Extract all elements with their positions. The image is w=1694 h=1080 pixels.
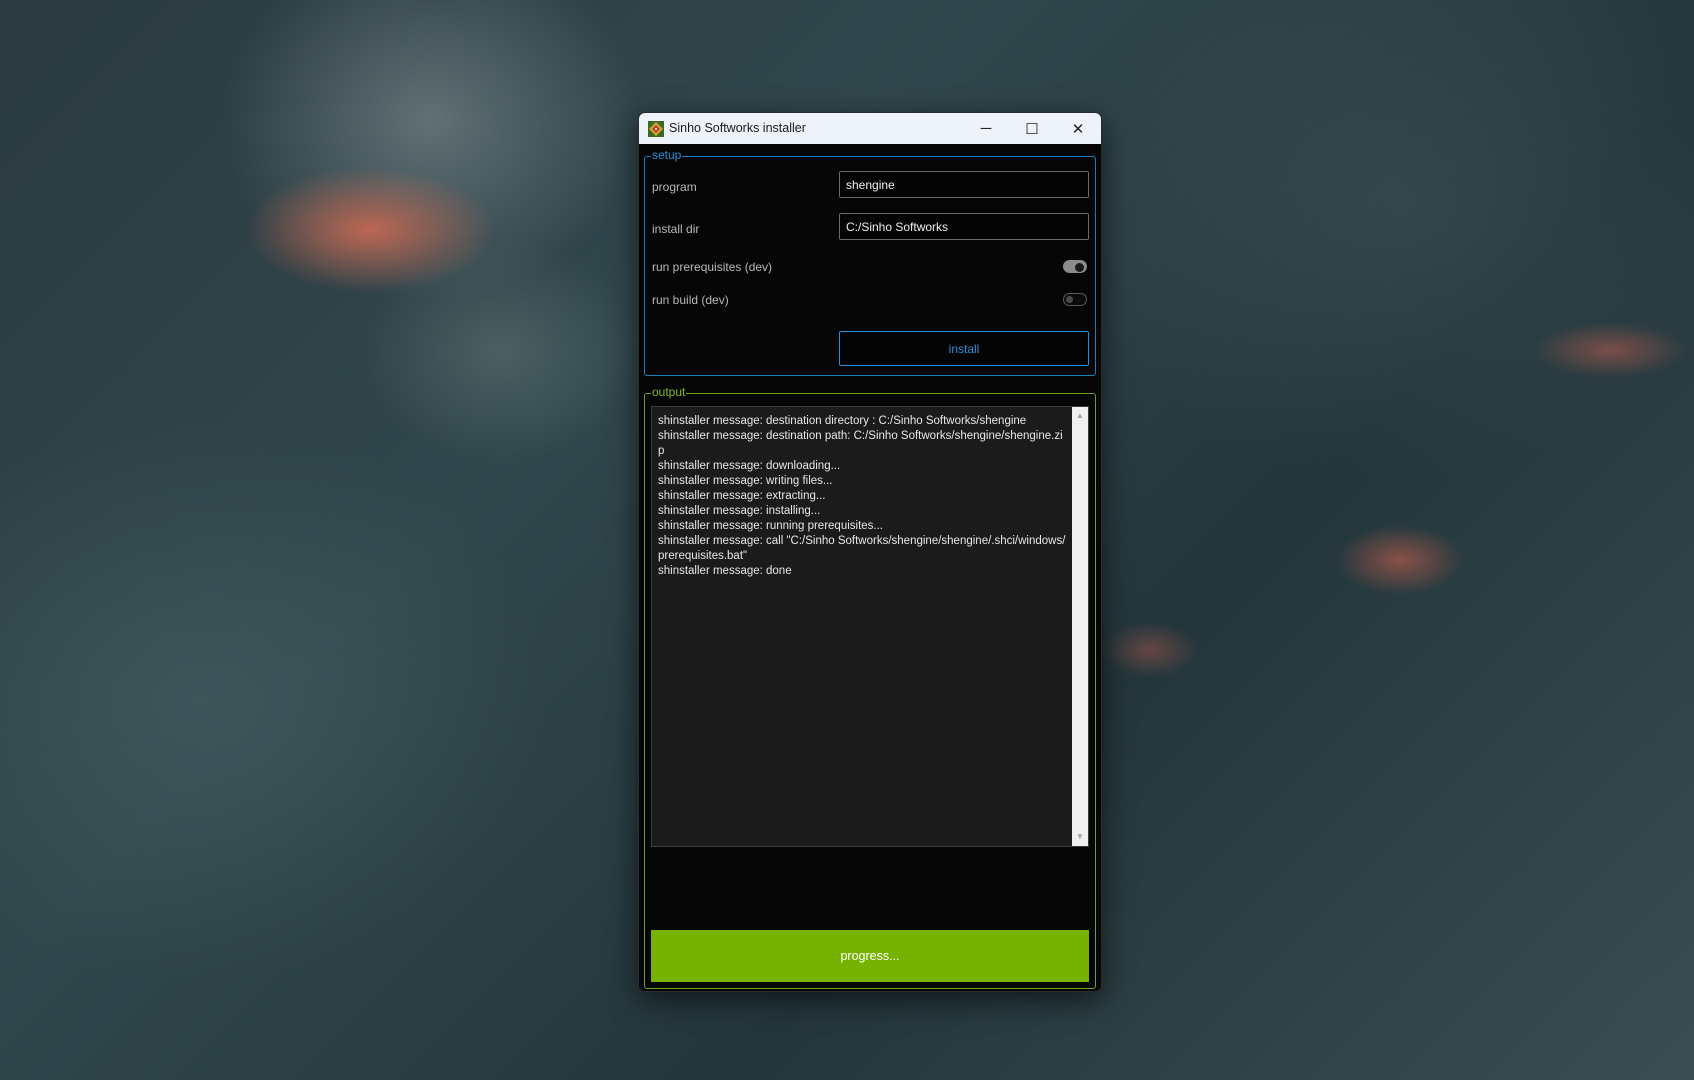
setup-group-label: setup bbox=[651, 148, 683, 162]
log-lines: shinstaller message: destination directo… bbox=[652, 407, 1073, 846]
log-line: shinstaller message: call "C:/Sinho Soft… bbox=[658, 535, 1066, 562]
output-group: output shinstaller message: destination … bbox=[644, 385, 1096, 989]
run-build-toggle[interactable] bbox=[1063, 293, 1087, 306]
title-bar[interactable]: Sinho Softworks installer ─ ☐ ✕ bbox=[639, 113, 1101, 144]
maximize-icon: ☐ bbox=[1025, 120, 1039, 138]
log-line: shinstaller message: writing files... bbox=[658, 475, 833, 487]
installer-window: Sinho Softworks installer ─ ☐ ✕ setup pr… bbox=[638, 112, 1102, 992]
minimize-icon: ─ bbox=[980, 120, 992, 137]
setup-group: setup program install dir run prerequisi… bbox=[644, 148, 1096, 376]
maximize-button[interactable]: ☐ bbox=[1009, 113, 1055, 144]
install-dir-input[interactable] bbox=[839, 213, 1089, 240]
minimize-button[interactable]: ─ bbox=[963, 113, 1009, 144]
log-scrollbar[interactable]: ▲ ▼ bbox=[1072, 407, 1088, 846]
run-build-label: run build (dev) bbox=[652, 293, 729, 307]
close-button[interactable]: ✕ bbox=[1055, 113, 1101, 144]
install-button[interactable]: install bbox=[839, 331, 1089, 366]
log-line: shinstaller message: downloading... bbox=[658, 460, 841, 472]
log-line: shinstaller message: destination path: C… bbox=[658, 430, 1063, 457]
install-dir-label: install dir bbox=[652, 222, 700, 236]
output-group-label: output bbox=[651, 385, 687, 399]
log-line: shinstaller message: done bbox=[658, 565, 792, 577]
run-prerequisites-label: run prerequisites (dev) bbox=[652, 260, 773, 274]
scroll-up-icon[interactable]: ▲ bbox=[1072, 409, 1088, 423]
program-input[interactable] bbox=[839, 171, 1089, 198]
log-line: shinstaller message: running prerequisit… bbox=[658, 520, 884, 532]
progress-text: progress... bbox=[840, 949, 900, 963]
output-log[interactable]: shinstaller message: destination directo… bbox=[651, 406, 1089, 847]
log-line: shinstaller message: destination directo… bbox=[658, 415, 1027, 427]
run-prerequisites-toggle[interactable] bbox=[1063, 260, 1087, 273]
window-title: Sinho Softworks installer bbox=[669, 121, 806, 135]
close-icon: ✕ bbox=[1071, 120, 1085, 138]
log-line: shinstaller message: installing... bbox=[658, 505, 821, 517]
progress-bar: progress... bbox=[651, 930, 1089, 982]
program-label: program bbox=[652, 180, 697, 194]
app-icon bbox=[648, 121, 664, 137]
log-line: shinstaller message: extracting... bbox=[658, 490, 826, 502]
scroll-down-icon[interactable]: ▼ bbox=[1072, 830, 1088, 844]
